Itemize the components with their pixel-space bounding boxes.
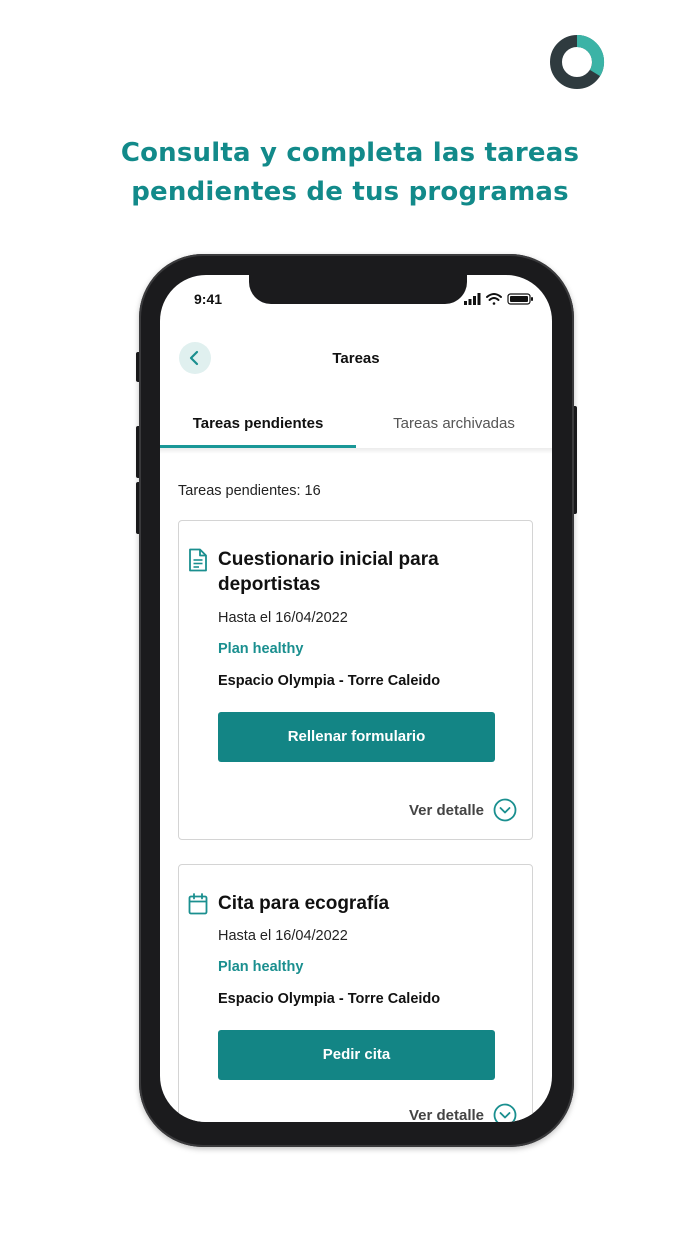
phone-screen: 9:41 Tareas Tareas pendientes Tareas arc… bbox=[160, 275, 552, 1122]
tab-archived[interactable]: Tareas archivadas bbox=[356, 405, 552, 448]
task-due-date: Hasta el 16/04/2022 bbox=[218, 928, 348, 944]
task-card: Cuestionario inicial para deportistas Ha… bbox=[178, 520, 533, 840]
status-icons bbox=[464, 293, 533, 305]
task-due-date: Hasta el 16/04/2022 bbox=[218, 610, 348, 626]
ring-logo-icon bbox=[550, 34, 605, 89]
headline: Consulta y completa las tareas pendiente… bbox=[0, 134, 700, 212]
headline-line-1: Consulta y completa las tareas bbox=[120, 138, 580, 168]
request-appointment-button[interactable]: Pedir cita bbox=[218, 1030, 495, 1080]
task-center: Espacio Olympia - Torre Caleido bbox=[218, 673, 441, 689]
see-detail-button[interactable]: Ver detalle bbox=[409, 798, 517, 822]
task-plan-link[interactable]: Plan healthy bbox=[218, 641, 303, 657]
chevron-down-circle-icon bbox=[493, 1103, 517, 1122]
phone-notch bbox=[249, 275, 467, 304]
task-plan-link[interactable]: Plan healthy bbox=[218, 959, 303, 975]
tab-bar-shadow bbox=[160, 448, 552, 454]
calendar-icon bbox=[188, 893, 208, 915]
wifi-icon bbox=[486, 293, 502, 305]
task-title: Cita para ecografía bbox=[218, 893, 390, 914]
page-title: Tareas bbox=[332, 350, 380, 367]
tab-pending[interactable]: Tareas pendientes bbox=[160, 405, 356, 448]
task-title: Cuestionario inicial para deportistas bbox=[218, 549, 439, 595]
fill-form-button[interactable]: Rellenar formulario bbox=[218, 712, 495, 762]
battery-icon bbox=[507, 293, 533, 305]
see-detail-label: Ver detalle bbox=[408, 1106, 484, 1123]
document-icon bbox=[189, 548, 207, 572]
task-card: Cita para ecografía Hasta el 16/04/2022 … bbox=[178, 864, 533, 1122]
chevron-down-circle-icon bbox=[493, 798, 517, 822]
tab-bar: Tareas pendientes Tareas archivadas bbox=[160, 405, 552, 448]
status-time: 9:41 bbox=[194, 291, 223, 307]
pending-count: Tareas pendientes: 16 bbox=[178, 483, 321, 499]
see-detail-label: Ver detalle bbox=[408, 801, 484, 819]
signal-icon bbox=[464, 293, 481, 305]
task-center: Espacio Olympia - Torre Caleido bbox=[218, 991, 441, 1007]
headline-line-2: pendientes de tus programas bbox=[131, 177, 569, 207]
see-detail-button[interactable]: Ver detalle bbox=[409, 1103, 517, 1122]
